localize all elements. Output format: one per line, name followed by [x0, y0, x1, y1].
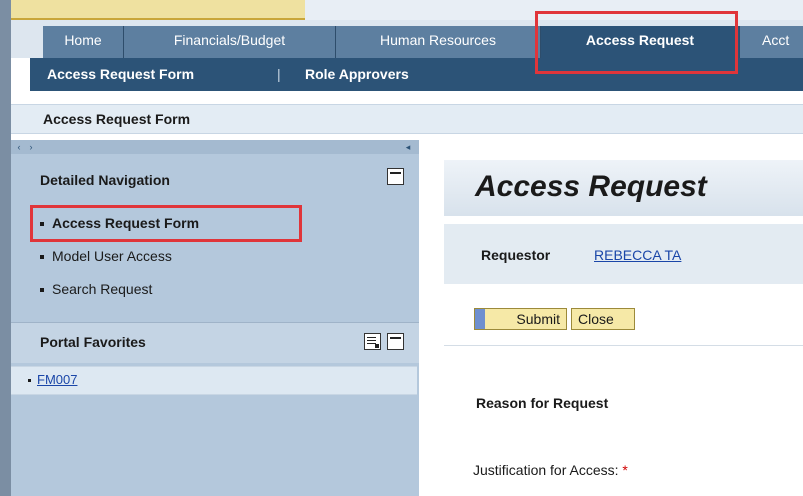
bullet-icon — [40, 255, 44, 260]
nav-item-model-user-access[interactable]: Model User Access — [40, 248, 172, 264]
tab-home[interactable]: Home — [43, 26, 124, 58]
highlight-access-request-form — [30, 205, 302, 242]
detailed-navigation-panel — [11, 140, 419, 496]
portal-favorites-heading: Portal Favorites — [40, 334, 146, 350]
collapse-panel-icon[interactable]: ◂ — [403, 142, 413, 152]
page-title: Access Request Form — [43, 111, 191, 127]
bullet-icon — [40, 288, 44, 293]
window-left-border — [0, 0, 11, 496]
reason-for-request-heading: Reason for Request — [476, 395, 609, 411]
detailed-navigation-heading: Detailed Navigation — [40, 172, 170, 188]
highlight-access-request-tab — [535, 11, 738, 74]
tab-financials-budget[interactable]: Financials/Budget — [124, 26, 336, 58]
favorites-options-icon[interactable] — [364, 333, 381, 350]
required-marker: * — [622, 462, 628, 478]
justification-label: Justification for Access: * — [473, 462, 628, 478]
close-button[interactable]: Close — [571, 308, 635, 330]
page-title-bar: Access Request Form — [11, 104, 803, 134]
nav-item-label: Search Request — [52, 281, 153, 297]
requestor-link[interactable]: REBECCA TA — [594, 247, 681, 263]
minimize-icon[interactable] — [387, 168, 404, 185]
nav-item-search-request[interactable]: Search Request — [40, 281, 152, 297]
subnav-access-request-form[interactable]: Access Request Form — [47, 66, 194, 82]
content-title: Access Request — [475, 170, 707, 203]
divider — [444, 345, 803, 346]
tab-human-resources[interactable]: Human Resources — [336, 26, 541, 58]
favorite-item-fm007[interactable]: FM007 — [28, 372, 77, 387]
submit-button[interactable]: Submit — [474, 308, 567, 330]
tab-acct[interactable]: Acct — [740, 26, 803, 58]
bullet-icon — [28, 379, 31, 383]
nav-left-arrow-icon[interactable]: ‹ — [14, 142, 24, 152]
nav-item-label: Model User Access — [52, 248, 172, 264]
requestor-label: Requestor — [481, 247, 551, 263]
nav-right-arrow-icon[interactable]: › — [26, 142, 36, 152]
nav-toggle-bar — [11, 140, 419, 154]
header-brand-bar — [11, 0, 305, 20]
favorite-link[interactable]: FM007 — [37, 372, 77, 387]
subnav-role-approvers[interactable]: Role Approvers — [305, 66, 409, 82]
subnav-separator: | — [277, 66, 281, 82]
minimize-icon[interactable] — [387, 333, 404, 350]
justification-label-text: Justification for Access: — [473, 462, 619, 478]
